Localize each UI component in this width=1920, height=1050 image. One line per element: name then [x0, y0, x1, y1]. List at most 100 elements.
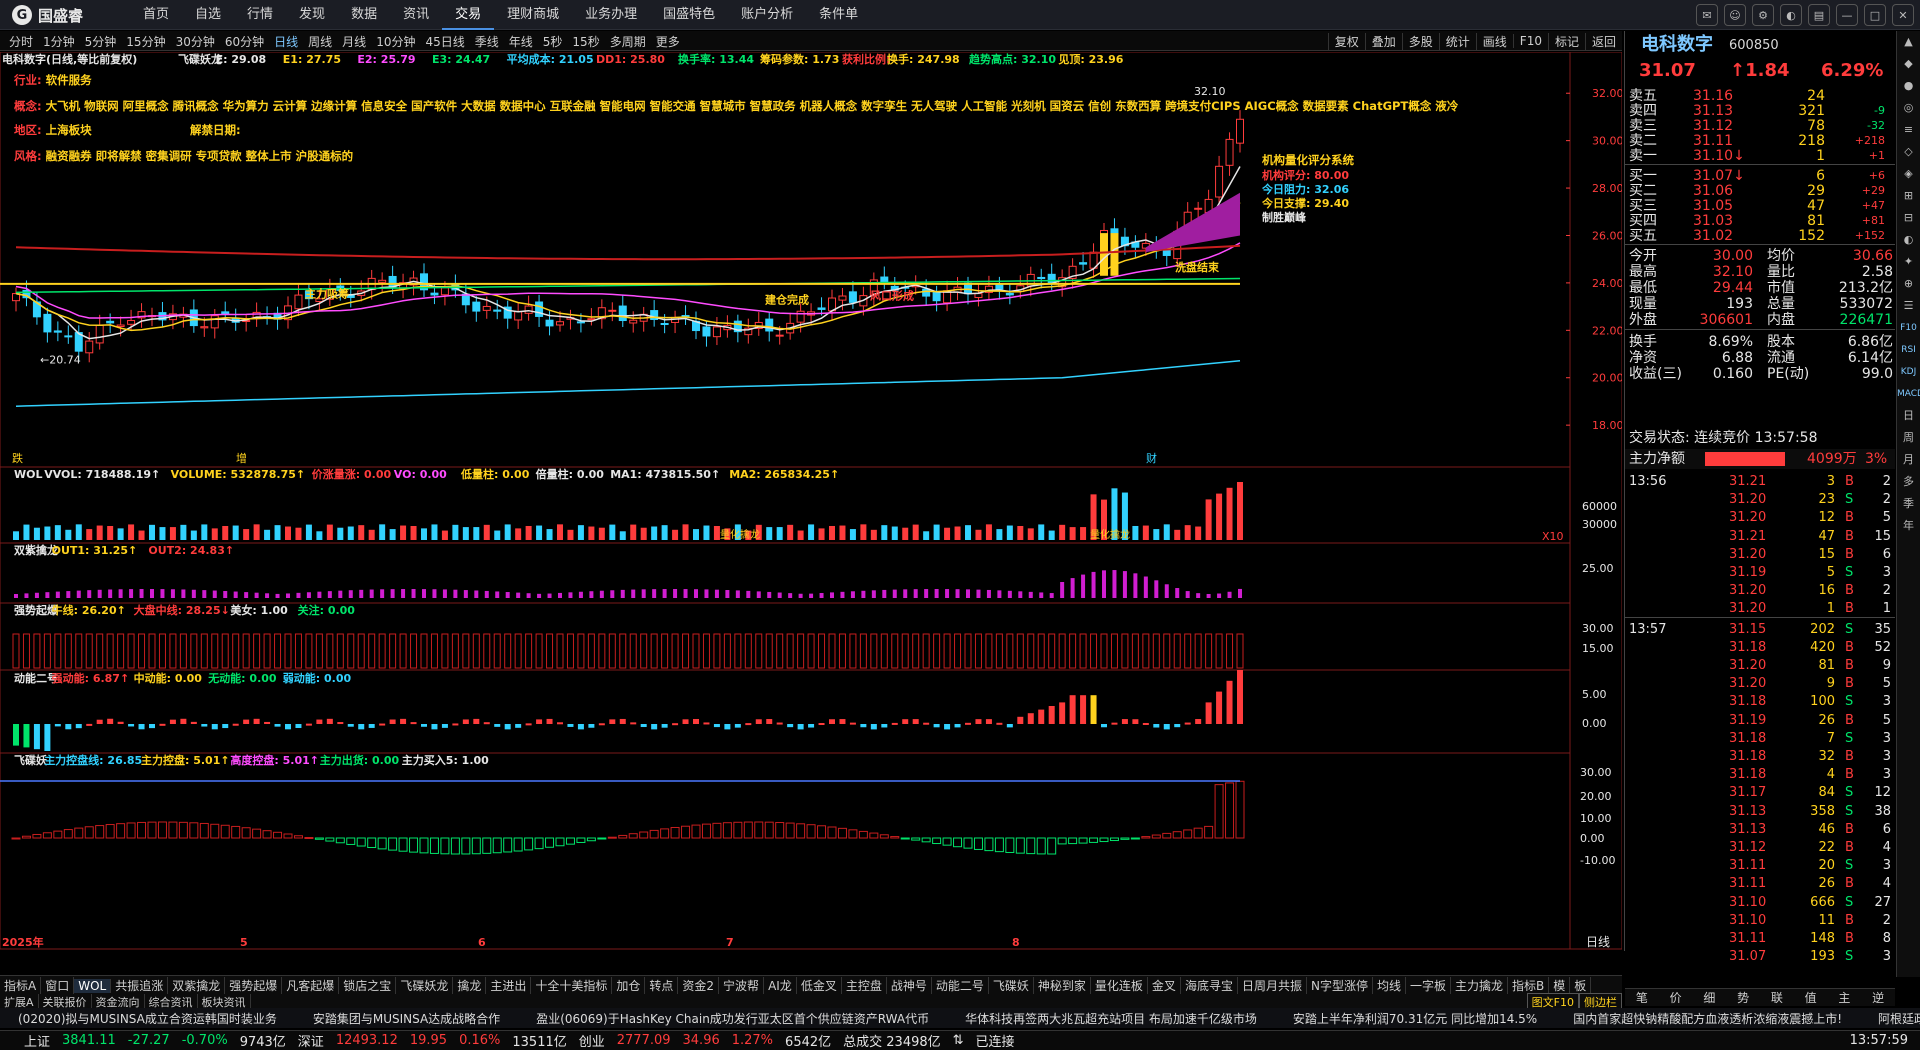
indicator-tab[interactable]: 转点 [645, 977, 679, 994]
period-tab[interactable]: 60分钟 [220, 33, 269, 50]
indicator-tab[interactable]: 凡客起爆 [282, 977, 340, 994]
nav-item[interactable]: 条件单 [806, 0, 871, 30]
period-tab[interactable]: 5秒 [538, 33, 568, 50]
side-indicator-button[interactable]: MACD [1897, 383, 1920, 405]
candle-body[interactable] [629, 319, 638, 324]
skin-icon[interactable]: ◐ [1780, 4, 1802, 26]
candle-body[interactable] [1079, 262, 1088, 265]
candle-body[interactable] [440, 287, 449, 296]
side-period-button[interactable]: 月 [1897, 449, 1920, 471]
candle-body[interactable] [200, 326, 209, 329]
candle-body[interactable] [974, 293, 983, 299]
period-tab[interactable]: 30分钟 [171, 33, 220, 50]
indicator-tab[interactable]: 加仓 [612, 977, 646, 994]
message-icon[interactable]: ✉ [1696, 4, 1718, 26]
candle-body[interactable] [482, 305, 491, 311]
candle-body[interactable] [660, 323, 669, 326]
indicator-tab[interactable]: 飞碟妖龙 [396, 977, 454, 994]
candle-body[interactable] [1236, 118, 1244, 144]
nav-item[interactable]: 数据 [338, 0, 390, 30]
candle-body[interactable] [765, 318, 774, 332]
candle-body[interactable] [116, 324, 125, 328]
candle-body[interactable] [576, 321, 585, 324]
candle-body[interactable] [524, 305, 533, 314]
candle-body[interactable] [838, 295, 847, 301]
period-tab[interactable]: 10分钟 [371, 33, 420, 50]
candle-body[interactable] [556, 321, 564, 326]
indicator-tab[interactable]: 锁店之宝 [339, 977, 397, 994]
nav-item[interactable]: 发现 [286, 0, 338, 30]
nav-item[interactable]: 首页 [130, 0, 182, 30]
side-tool-icon[interactable]: ⊞ [1897, 185, 1920, 207]
indicator-tab[interactable]: 神秘到家 [1034, 977, 1091, 994]
candle-body[interactable] [587, 318, 596, 321]
candle-body[interactable] [796, 310, 805, 323]
side-indicator-button[interactable]: KDJ [1897, 361, 1920, 383]
indicator-tab[interactable]: 窗口 [41, 977, 75, 994]
tool-button[interactable]: 画线 [1475, 32, 1513, 50]
candle-body[interactable] [848, 291, 857, 303]
indicator-tab[interactable]: N字型涨停 [1307, 977, 1373, 994]
news-ticker[interactable]: (02020)拟与MUSINSA成立合资运韩国时装业务 安踏集团与MUSINSA达… [0, 1008, 1920, 1028]
candle-body[interactable] [53, 330, 62, 333]
candle-body[interactable] [922, 288, 931, 297]
kline-chart[interactable]: 电科数字(日线,等比前复权) 飞碟妖龙E: 29.08 E1: 27.75 E2: 2… [0, 52, 1622, 954]
candle-body[interactable] [535, 301, 544, 317]
side-period-button[interactable]: 季 [1897, 493, 1920, 515]
side-period-button[interactable]: 多 [1897, 471, 1920, 493]
candle-body[interactable] [294, 294, 303, 310]
candle-body[interactable] [702, 326, 711, 337]
side-tool-icon[interactable]: ◇ [1897, 141, 1920, 163]
candle-body[interactable] [430, 292, 439, 296]
candle-body[interactable] [932, 291, 941, 302]
tool-button[interactable]: 返回 [1584, 32, 1622, 50]
candle-body[interactable] [545, 319, 554, 327]
indicator-tab[interactable]: 一字板 [1406, 977, 1451, 994]
indicator-tab[interactable]: 战神号 [887, 977, 932, 994]
tool-button[interactable]: 统计 [1438, 32, 1476, 50]
candle-body[interactable] [618, 305, 627, 322]
side-tool-icon[interactable]: ◎ [1897, 97, 1920, 119]
tool-button[interactable]: 多股 [1401, 32, 1439, 50]
indicator-tab[interactable]: 板 [1570, 977, 1592, 994]
candle-body[interactable] [1110, 228, 1119, 234]
nav-item[interactable]: 资讯 [390, 0, 442, 30]
indicator-tab[interactable]: 金叉 [1148, 977, 1181, 994]
quote-tab[interactable]: 逆 [1861, 989, 1895, 1006]
news-item[interactable]: (02020)拟与MUSINSA成立合资运韩国时装业务 [0, 1010, 295, 1027]
ask-row[interactable]: 卖一 31.10↓ 1 +1 [1625, 147, 1895, 165]
side-tool-icon[interactable]: ◆ [1897, 53, 1920, 75]
side-tool-icon[interactable]: ✦ [1897, 251, 1920, 273]
candle-body[interactable] [1225, 138, 1234, 166]
quote-tab[interactable]: 联 [1760, 989, 1794, 1006]
nav-item[interactable]: 自选 [182, 0, 234, 30]
indicator-tab[interactable]: 海底寻宝 [1181, 977, 1238, 994]
side-tool-icon[interactable]: ▲ [1897, 31, 1920, 53]
candle-body[interactable] [43, 313, 52, 333]
candle-body[interactable] [775, 334, 784, 337]
quote-tab[interactable]: 价 [1659, 989, 1693, 1006]
side-period-button[interactable]: 周 [1897, 427, 1920, 449]
indicator-tab[interactable]: 主控盘 [842, 977, 887, 994]
quote-tab[interactable]: 势 [1726, 989, 1760, 1006]
news-item[interactable]: 华体科技再签两大兆瓦超充站项目 布局加速千亿级市场 [947, 1010, 1275, 1027]
indicator-tab[interactable]: 日周月共振 [1238, 977, 1307, 994]
period-tab[interactable]: 年线 [504, 33, 538, 50]
news-item[interactable]: 安踏上半年净利润70.31亿元 同比增加14.5% [1275, 1010, 1555, 1027]
candle-body[interactable] [472, 301, 481, 312]
side-indicator-button[interactable]: F10 [1897, 317, 1920, 339]
candle-body[interactable] [64, 335, 73, 338]
period-tab[interactable]: 1分钟 [38, 33, 80, 50]
candle-body[interactable] [85, 340, 94, 354]
candle-body[interactable] [378, 279, 387, 283]
indicator-tab[interactable]: 强势起爆 [225, 977, 283, 994]
maximize-icon[interactable]: □ [1864, 4, 1886, 26]
candle-body[interactable] [95, 324, 104, 344]
tool-button[interactable]: 叠加 [1364, 32, 1402, 50]
indicator-tab[interactable]: 共振追涨 [111, 977, 169, 994]
fdy-panel[interactable] [0, 752, 1571, 950]
quote-tab[interactable]: 细 [1693, 989, 1727, 1006]
news-item[interactable]: 国内首家超快钠精酸配方血液透析浓缩液震撼上市! [1555, 1010, 1860, 1027]
indicator-tab[interactable]: 模 [1549, 977, 1571, 994]
news-item[interactable]: 安踏集团与MUSINSA达成战略合作 [295, 1010, 518, 1027]
